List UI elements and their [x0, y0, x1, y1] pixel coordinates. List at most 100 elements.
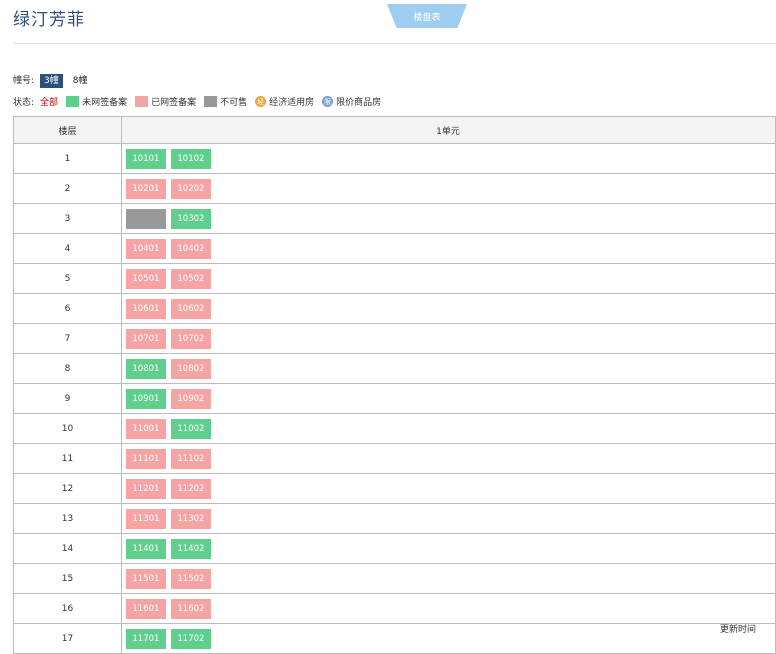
- legend-item[interactable]: 未网签备案: [66, 95, 127, 108]
- room-button[interactable]: 10501: [125, 268, 166, 289]
- table-row: 16 11601 11602: [13, 593, 776, 624]
- room-button[interactable]: 10702: [170, 328, 211, 349]
- unit-cell: 11401 11402: [120, 533, 776, 564]
- floor-cell: 1: [13, 143, 122, 174]
- unit-cell: 10901 10902: [120, 383, 776, 414]
- floor-cell: 14: [13, 533, 122, 564]
- building-button[interactable]: 3幢: [40, 74, 63, 88]
- table-row: 10 11001 11002: [13, 413, 776, 444]
- table-row: 7 10701 10702: [13, 323, 776, 354]
- room-button[interactable]: 10202: [170, 178, 211, 199]
- room-button[interactable]: 10902: [170, 388, 211, 409]
- building-button[interactable]: 8幢: [69, 74, 92, 88]
- room-button[interactable]: 11601: [125, 598, 166, 619]
- legend-circle-icon: 限: [322, 96, 334, 107]
- table-row: 4 10401 10402: [13, 233, 776, 264]
- unit-cell: 11101 11102: [120, 443, 776, 474]
- room-button[interactable]: 10502: [170, 268, 211, 289]
- building-selector: 幢号: 3幢 8幢: [13, 73, 98, 88]
- floor-cell: 4: [13, 233, 122, 264]
- floor-cell: 7: [13, 323, 122, 354]
- room-button[interactable]: 11302: [170, 508, 211, 529]
- unit-cell: 11001 11002: [120, 413, 776, 444]
- room-button[interactable]: 11602: [170, 598, 211, 619]
- floor-cell: 17: [13, 623, 122, 654]
- legend-item[interactable]: 限限价商品房: [322, 95, 381, 108]
- room-button[interactable]: 10602: [170, 298, 211, 319]
- table-body: 1 10101 10102 2 10201 10202 3 10302 4 10401 10402 5…: [13, 143, 776, 654]
- room-button[interactable]: 11702: [170, 628, 211, 649]
- unit-cell: 10501 10502: [120, 263, 776, 294]
- room-button[interactable]: 11301: [125, 508, 166, 529]
- room-button[interactable]: 10801: [125, 358, 166, 379]
- unit-cell: 10801 10802: [120, 353, 776, 384]
- page-title: 绿汀芳菲: [13, 10, 85, 30]
- legend-item[interactable]: 不可售: [204, 95, 247, 108]
- unit-cell: 11301 11302: [120, 503, 776, 534]
- table-row: 15 11501 11502: [13, 563, 776, 594]
- room-button[interactable]: 11501: [125, 568, 166, 589]
- table-row: 17 11701 11702: [13, 623, 776, 654]
- building-table: 楼层 1单元 1 10101 10102 2 10201 10202 3 10302 4 1040…: [13, 116, 776, 654]
- unit-cell: 10201 10202: [120, 173, 776, 204]
- status-all-link[interactable]: 全部: [40, 95, 58, 108]
- table-row: 13 11301 11302: [13, 503, 776, 534]
- table-row: 6 10601 10602: [13, 293, 776, 324]
- table-row: 14 11401 11402: [13, 533, 776, 564]
- legend-circle-icon: 经: [255, 96, 267, 107]
- legend-swatch: [204, 96, 218, 107]
- floor-cell: 11: [13, 443, 122, 474]
- unit-cell: 10302: [120, 203, 776, 234]
- unit-cell: 10401 10402: [120, 233, 776, 264]
- col-floor-header: 楼层: [13, 116, 122, 144]
- table-header-row: 楼层 1单元: [13, 116, 776, 144]
- legend-item[interactable]: 经经济适用房: [255, 95, 314, 108]
- room-button[interactable]: 11001: [125, 418, 166, 439]
- building-list: 3幢 8幢: [40, 73, 97, 88]
- room-button[interactable]: 11502: [170, 568, 211, 589]
- legend-label: 经济适用房: [269, 98, 315, 108]
- floor-cell: 5: [13, 263, 122, 294]
- floor-cell: 8: [13, 353, 122, 384]
- table-row: 8 10801 10802: [13, 353, 776, 384]
- room-button[interactable]: 11701: [125, 628, 166, 649]
- legend-list: 未网签备案 已网签备案 不可售经经济适用房限限价商品房: [66, 95, 389, 108]
- table-row: 2 10201 10202: [13, 173, 776, 204]
- room-button[interactable]: 11201: [125, 478, 166, 499]
- floor-cell: 12: [13, 473, 122, 504]
- status-legend: 状态: 全部 未网签备案 已网签备案 不可售经经济适用房限限价商品房: [13, 95, 389, 108]
- table-row: 3 10302: [13, 203, 776, 234]
- room-button[interactable]: 10401: [125, 238, 166, 259]
- room-button[interactable]: 11002: [170, 418, 211, 439]
- room-button[interactable]: 10302: [170, 208, 211, 229]
- room-button[interactable]: 10101: [125, 148, 166, 169]
- room-button[interactable]: 10402: [170, 238, 211, 259]
- room-button[interactable]: 10201: [125, 178, 166, 199]
- room-button[interactable]: 10901: [125, 388, 166, 409]
- room-button[interactable]: 11402: [170, 538, 211, 559]
- status-label: 状态:: [13, 98, 35, 108]
- room-button[interactable]: 10802: [170, 358, 211, 379]
- floor-cell: 6: [13, 293, 122, 324]
- room-button[interactable]: 10701: [125, 328, 166, 349]
- legend-swatch: [135, 96, 149, 107]
- table-row: 11 11101 11102: [13, 443, 776, 474]
- room-button[interactable]: 11102: [170, 448, 211, 469]
- unit-cell: 11501 11502: [120, 563, 776, 594]
- tab-building-table[interactable]: 楼盘表: [387, 4, 467, 28]
- col-unit-header: 1单元: [120, 116, 776, 144]
- room-button[interactable]: 11101: [125, 448, 166, 469]
- room-button[interactable]: 10601: [125, 298, 166, 319]
- unit-cell: 11601 11602: [120, 593, 776, 624]
- floor-cell: 3: [13, 203, 122, 234]
- room-button[interactable]: [125, 208, 166, 229]
- room-button[interactable]: 11202: [170, 478, 211, 499]
- room-button[interactable]: 11401: [125, 538, 166, 559]
- legend-label: 已网签备案: [151, 98, 197, 108]
- room-button[interactable]: 10102: [170, 148, 211, 169]
- floor-cell: 9: [13, 383, 122, 414]
- table-row: 1 10101 10102: [13, 143, 776, 174]
- unit-cell: 10101 10102: [120, 143, 776, 174]
- unit-cell: 11201 11202: [120, 473, 776, 504]
- legend-item[interactable]: 已网签备案: [135, 95, 196, 108]
